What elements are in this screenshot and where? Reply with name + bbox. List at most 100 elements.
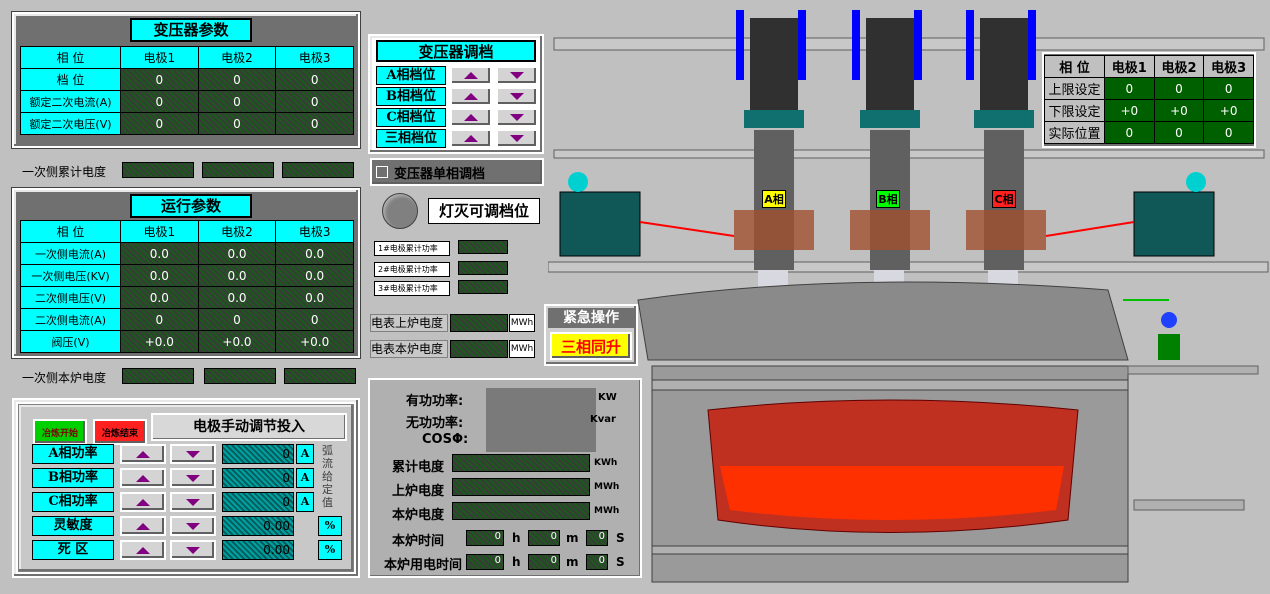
th-e2: 电极2	[197, 46, 277, 69]
tap-adjust-title: 变压器调档	[376, 40, 536, 62]
row-label: 二次侧电压(V)	[20, 286, 121, 309]
primary-furnace-meter-3	[284, 368, 356, 384]
up-arrow-icon	[136, 522, 150, 530]
up-arrow-icon	[464, 72, 478, 79]
value-cell: 0	[120, 68, 199, 91]
value-cell: 0.0	[120, 286, 199, 309]
manual-raise-button[interactable]	[120, 444, 166, 464]
value-cell: 0	[197, 112, 277, 135]
active-power-label: 有功功率:	[406, 394, 464, 409]
value-cell: 0	[275, 308, 354, 331]
th-e3: 电极3	[275, 220, 354, 243]
value-cell: 0.0	[275, 242, 354, 265]
up-arrow-icon	[464, 114, 478, 121]
down-arrow-icon	[510, 72, 524, 79]
tap-lamp-indicator	[382, 193, 418, 229]
single-phase-label: 变压器单相调档	[394, 166, 486, 182]
tap-lower-button[interactable]	[496, 87, 538, 106]
th-phase: 相 位	[20, 46, 121, 69]
power-time-h-unit: h	[512, 555, 521, 569]
meter-current-unit: MWh	[509, 340, 535, 358]
single-phase-tap-toggle[interactable]: 变压器单相调档	[370, 158, 544, 186]
manual-row-label: B相功率	[32, 468, 114, 488]
manual-raise-button[interactable]	[120, 516, 166, 536]
meter-upper-value	[450, 314, 508, 332]
manual-adjust-title: 电极手动调节投入	[151, 413, 347, 441]
tap-raise-button[interactable]	[450, 129, 492, 148]
manual-value-unit: A	[296, 492, 314, 512]
tap-raise-button[interactable]	[450, 66, 492, 85]
tap-row-label: 三相档位	[376, 129, 446, 148]
manual-lower-button[interactable]	[170, 540, 216, 560]
up-arrow-icon	[464, 135, 478, 142]
th-phase: 相 位	[20, 220, 121, 243]
smelt-end-button[interactable]: 冶炼结束	[93, 419, 147, 445]
phase-label-b: B相	[876, 190, 900, 208]
tap-lower-button[interactable]	[496, 66, 538, 85]
tap-lower-button[interactable]	[496, 129, 538, 148]
manual-value-field[interactable]: 0	[222, 492, 294, 512]
manual-lower-button[interactable]	[170, 492, 216, 512]
value-cell: 0.0	[120, 264, 199, 287]
row-label: 阀压(V)	[20, 330, 121, 353]
phase-label-c: C相	[992, 190, 1016, 208]
manual-value-field[interactable]: 0	[222, 468, 294, 488]
actual-pos-value: 0	[1104, 121, 1155, 144]
tap-row-label: C相档位	[376, 108, 446, 127]
smelt-start-button[interactable]: 冶炼开始	[33, 419, 87, 445]
cos-phi-label: COSΦ:	[422, 432, 469, 447]
down-arrow-icon	[186, 546, 200, 554]
manual-value-field[interactable]: 0.00	[222, 540, 294, 560]
e3-power-label: 3#电极累计功率	[374, 281, 450, 296]
primary-cumulative-label: 一次侧累计电度	[22, 165, 107, 179]
value-cell: 0	[275, 68, 354, 91]
value-cell: +0.0	[197, 330, 277, 353]
up-arrow-icon	[136, 474, 150, 482]
primary-furnace-meter-1	[122, 368, 194, 384]
th-e1: 电极1	[120, 46, 199, 69]
tap-lower-button[interactable]	[496, 108, 538, 127]
up-arrow-icon	[136, 546, 150, 554]
down-arrow-icon	[510, 93, 524, 100]
tap-row-label: A相档位	[376, 66, 446, 85]
manual-row-label: C相功率	[32, 492, 114, 512]
manual-lower-button[interactable]	[170, 444, 216, 464]
actual-pos-value: 0	[1203, 121, 1254, 144]
manual-value-field[interactable]: 0.00	[222, 516, 294, 536]
e2-power-label: 2#电极累计功率	[374, 262, 450, 277]
tap-raise-button[interactable]	[450, 108, 492, 127]
run-params-table: 相 位 电极1 电极2 电极3 一次侧电流(A) 0.0 0.0 0.0 一次侧…	[20, 220, 354, 353]
value-cell: 0	[197, 308, 277, 331]
up-arrow-icon	[136, 498, 150, 506]
row-label: 档 位	[20, 68, 121, 91]
checkbox-icon	[376, 166, 388, 178]
value-cell: 0	[120, 90, 199, 113]
current-label: 本炉电度	[392, 508, 445, 523]
e1-power-meter	[458, 240, 508, 254]
arc-current-setpoint-label: 弧流给定值	[322, 444, 333, 509]
phase-label-a: A相	[762, 190, 786, 208]
manual-value-field[interactable]: 0	[222, 444, 294, 464]
manual-raise-button[interactable]	[120, 468, 166, 488]
power-time-h: 0	[466, 554, 504, 570]
row-label: 二次侧电流(A)	[20, 308, 121, 331]
th-e1: 电极1	[120, 220, 199, 243]
meter-current-label: 电表本炉电度	[370, 340, 448, 358]
manual-raise-button[interactable]	[120, 540, 166, 560]
manual-lower-button[interactable]	[170, 468, 216, 488]
e1-power-label: 1#电极累计功率	[374, 241, 450, 256]
furnace-time-label: 本炉时间	[392, 534, 445, 549]
e2-power-meter	[458, 261, 508, 275]
manual-raise-button[interactable]	[120, 492, 166, 512]
tap-raise-button[interactable]	[450, 87, 492, 106]
upper-limit-value: 0	[1104, 77, 1155, 100]
value-cell: 0	[275, 90, 354, 113]
down-arrow-icon	[186, 450, 200, 458]
lower-limit-label: 下限设定	[1044, 99, 1105, 122]
up-arrow-icon	[464, 93, 478, 100]
manual-value-unit: %	[318, 540, 342, 560]
limits-th-phase: 相 位	[1044, 55, 1105, 78]
manual-lower-button[interactable]	[170, 516, 216, 536]
primary-cumulative-meter-2	[202, 162, 274, 178]
row-label: 一次侧电压(KV)	[20, 264, 121, 287]
